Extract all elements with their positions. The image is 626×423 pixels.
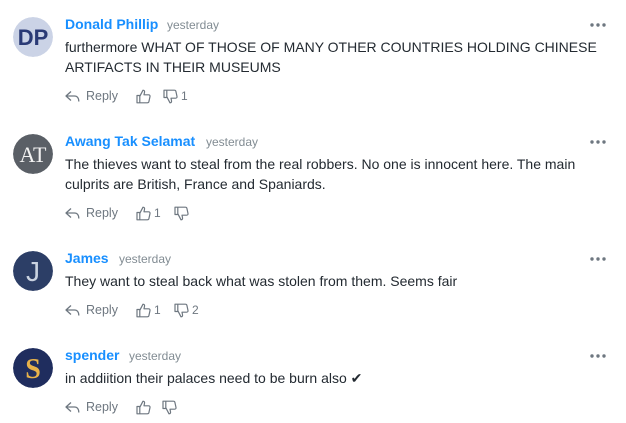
avatar[interactable]: S [13,348,53,388]
thumbs-up-icon [136,206,151,221]
thumbs-up-button[interactable] [136,87,154,105]
thumbs-up-count: 1 [154,303,161,317]
reply-button[interactable]: Reply [65,204,118,222]
reply-arrow-icon [65,401,80,414]
thumbs-down-button[interactable]: 2 [174,301,199,319]
avatar-initials: J [26,256,40,287]
thumbs-down-button[interactable]: 1 [163,87,188,105]
more-dots-icon [589,21,607,29]
timestamp: yesterday [206,135,259,149]
reply-label: Reply [86,206,118,220]
avatar-initials: DP [18,25,49,50]
more-dots-icon [589,138,607,146]
more-options-button[interactable] [589,255,607,263]
avatar[interactable]: AT [13,134,53,174]
reply-arrow-icon [65,207,80,220]
reply-button[interactable]: Reply [65,301,118,319]
thumbs-up-button[interactable] [136,398,154,416]
thumbs-up-button[interactable]: 1 [136,301,161,319]
thumbs-down-button[interactable] [174,204,192,222]
thumbs-up-count: 1 [154,206,161,220]
avatar[interactable]: DP [13,17,53,57]
comment-text: They want to steal back what was stolen … [65,273,458,289]
more-dots-icon [589,255,607,263]
thumbs-up-icon [136,400,151,415]
timestamp: yesterday [119,252,172,266]
more-options-button[interactable] [589,138,607,146]
more-options-button[interactable] [589,352,607,360]
thumbs-down-icon [174,206,189,221]
reply-button[interactable]: Reply [65,398,118,416]
thumbs-up-icon [136,89,151,104]
reply-label: Reply [86,303,118,317]
thumbs-down-icon [174,303,189,318]
author-name[interactable]: Awang Tak Selamat [65,133,195,149]
comment-text: furthermore WHAT OF THOSE OF MANY OTHER … [65,39,597,75]
author-name[interactable]: James [65,250,109,266]
comment-text: The thieves want to steal from the real … [65,156,576,192]
comment-text: in addiition their palaces need to be bu… [65,370,363,386]
reply-label: Reply [86,400,118,414]
avatar[interactable]: J [13,251,53,291]
thumbs-down-count: 2 [192,303,199,317]
author-name[interactable]: spender [65,347,119,363]
reply-arrow-icon [65,90,80,103]
more-options-button[interactable] [589,21,607,29]
reply-arrow-icon [65,304,80,317]
reply-label: Reply [86,89,118,103]
reply-button[interactable]: Reply [65,87,118,105]
timestamp: yesterday [129,349,182,363]
avatar-initials: S [25,354,41,385]
avatar-initials: AT [20,142,47,167]
thumbs-down-count: 1 [181,89,188,103]
more-dots-icon [589,352,607,360]
thumbs-down-icon [163,89,178,104]
thumbs-down-button[interactable] [162,398,180,416]
thumbs-up-button[interactable]: 1 [136,204,161,222]
thumbs-up-icon [136,303,151,318]
timestamp: yesterday [167,18,220,32]
thumbs-down-icon [162,400,177,415]
author-name[interactable]: Donald Phillip [65,16,158,32]
